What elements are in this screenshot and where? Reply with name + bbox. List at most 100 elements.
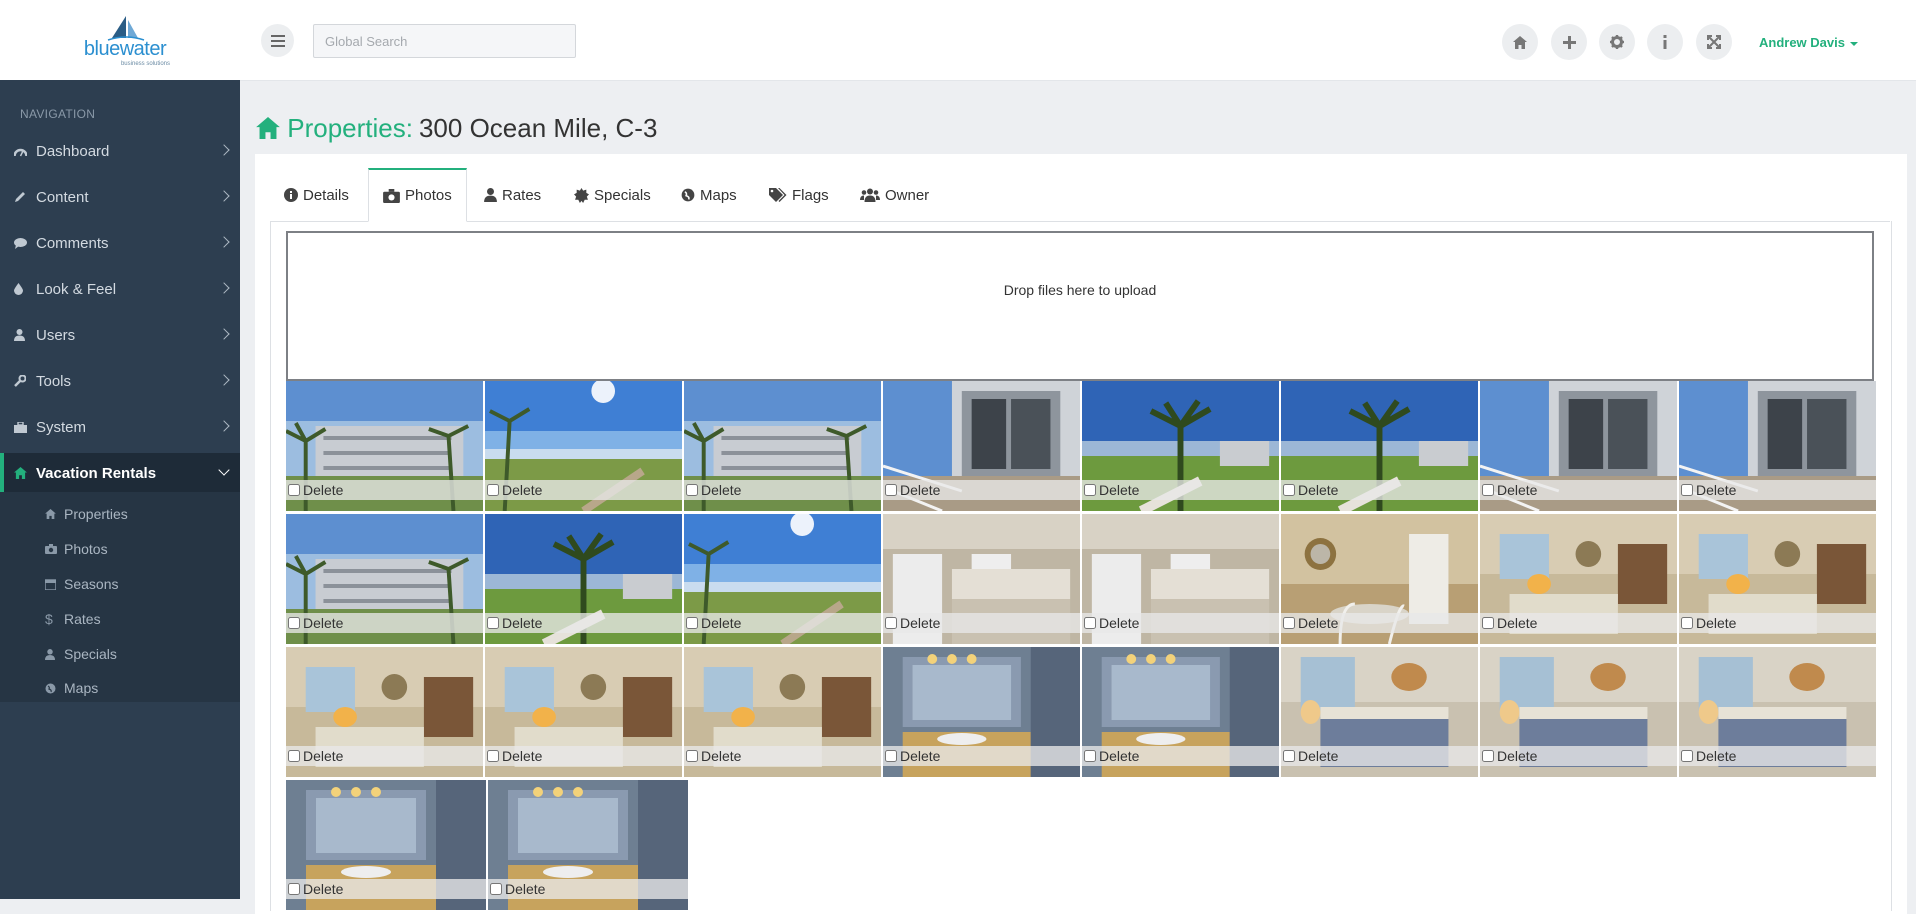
sidebar-item-system[interactable]: System xyxy=(0,407,240,447)
delete-checkbox[interactable] xyxy=(686,484,698,496)
photo-delete-option[interactable]: Delete xyxy=(485,480,682,500)
photo-delete-option[interactable]: Delete xyxy=(883,746,1080,766)
photo-delete-option[interactable]: Delete xyxy=(488,879,688,899)
tab-photos[interactable]: Photos xyxy=(368,168,467,222)
photo-delete-option[interactable]: Delete xyxy=(1082,746,1279,766)
brand-logo[interactable]: bluewater business solutions xyxy=(80,14,170,70)
photo-item[interactable]: Delete xyxy=(1082,514,1279,644)
photo-delete-option[interactable]: Delete xyxy=(485,613,682,633)
sidebar-subitem-maps[interactable]: Maps xyxy=(45,678,98,698)
photo-delete-option[interactable]: Delete xyxy=(684,746,881,766)
delete-checkbox[interactable] xyxy=(885,750,897,762)
delete-checkbox[interactable] xyxy=(1482,484,1494,496)
sidebar-subitem-rates[interactable]: $ Rates xyxy=(45,609,101,629)
delete-checkbox[interactable] xyxy=(1283,617,1295,629)
delete-checkbox[interactable] xyxy=(1283,750,1295,762)
delete-checkbox[interactable] xyxy=(288,883,300,895)
sidebar-item-vacation-rentals[interactable]: Vacation Rentals xyxy=(0,453,240,493)
home-button[interactable] xyxy=(1502,24,1538,60)
photo-item[interactable]: Delete xyxy=(286,514,483,644)
photo-item[interactable]: Delete xyxy=(883,381,1080,511)
tab-maps[interactable]: Maps xyxy=(667,168,751,222)
photo-item[interactable]: Delete xyxy=(1082,381,1279,511)
photo-delete-option[interactable]: Delete xyxy=(286,879,486,899)
photo-delete-option[interactable]: Delete xyxy=(485,746,682,766)
delete-checkbox[interactable] xyxy=(1283,484,1295,496)
settings-button[interactable] xyxy=(1599,24,1635,60)
tab-owner[interactable]: Owner xyxy=(846,168,943,222)
tab-details[interactable]: Details xyxy=(270,168,363,222)
photo-item[interactable]: Delete xyxy=(485,381,682,511)
delete-checkbox[interactable] xyxy=(288,617,300,629)
photo-delete-option[interactable]: Delete xyxy=(684,613,881,633)
photo-item[interactable]: Delete xyxy=(1679,514,1876,644)
photo-delete-option[interactable]: Delete xyxy=(286,613,483,633)
photo-delete-option[interactable]: Delete xyxy=(1281,746,1478,766)
photo-item[interactable]: Delete xyxy=(1082,647,1279,777)
delete-checkbox[interactable] xyxy=(1084,617,1096,629)
delete-checkbox[interactable] xyxy=(1681,750,1693,762)
delete-checkbox[interactable] xyxy=(885,484,897,496)
delete-checkbox[interactable] xyxy=(1681,617,1693,629)
user-menu[interactable]: Andrew Davis xyxy=(1759,35,1858,50)
add-button[interactable] xyxy=(1551,24,1587,60)
photo-delete-option[interactable]: Delete xyxy=(286,746,483,766)
photo-item[interactable]: Delete xyxy=(1480,381,1677,511)
photo-delete-option[interactable]: Delete xyxy=(1679,746,1876,766)
photo-item[interactable]: Delete xyxy=(1480,647,1677,777)
photo-delete-option[interactable]: Delete xyxy=(1679,613,1876,633)
photo-item[interactable]: Delete xyxy=(883,647,1080,777)
sidebar-subitem-photos[interactable]: Photos xyxy=(45,539,108,559)
tab-specials[interactable]: Specials xyxy=(560,168,665,222)
fullscreen-button[interactable] xyxy=(1696,24,1732,60)
tab-flags[interactable]: Flags xyxy=(755,168,843,222)
delete-checkbox[interactable] xyxy=(1681,484,1693,496)
delete-checkbox[interactable] xyxy=(1482,750,1494,762)
photo-delete-option[interactable]: Delete xyxy=(1679,480,1876,500)
photo-item[interactable]: Delete xyxy=(485,514,682,644)
global-search-input[interactable] xyxy=(313,24,576,58)
delete-checkbox[interactable] xyxy=(686,750,698,762)
photo-delete-option[interactable]: Delete xyxy=(1281,613,1478,633)
photo-item[interactable]: Delete xyxy=(883,514,1080,644)
photo-delete-option[interactable]: Delete xyxy=(1480,480,1677,500)
photo-delete-option[interactable]: Delete xyxy=(1480,746,1677,766)
menu-toggle-button[interactable] xyxy=(261,24,294,57)
delete-checkbox[interactable] xyxy=(885,617,897,629)
photo-delete-option[interactable]: Delete xyxy=(286,480,483,500)
delete-checkbox[interactable] xyxy=(1482,617,1494,629)
delete-checkbox[interactable] xyxy=(487,750,499,762)
photo-delete-option[interactable]: Delete xyxy=(883,613,1080,633)
delete-checkbox[interactable] xyxy=(490,883,502,895)
photo-item[interactable]: Delete xyxy=(488,780,688,910)
photo-item[interactable]: Delete xyxy=(1281,514,1478,644)
photo-item[interactable]: Delete xyxy=(684,381,881,511)
info-button[interactable] xyxy=(1647,24,1683,60)
sidebar-subitem-specials[interactable]: Specials xyxy=(45,644,117,664)
photo-item[interactable]: Delete xyxy=(1679,647,1876,777)
photo-item[interactable]: Delete xyxy=(684,514,881,644)
sidebar-item-look-feel[interactable]: Look & Feel xyxy=(0,269,240,309)
photo-delete-option[interactable]: Delete xyxy=(684,480,881,500)
photo-item[interactable]: Delete xyxy=(1281,381,1478,511)
photo-item[interactable]: Delete xyxy=(286,381,483,511)
delete-checkbox[interactable] xyxy=(487,484,499,496)
tab-rates[interactable]: Rates xyxy=(470,168,555,222)
sidebar-item-dashboard[interactable]: Dashboard xyxy=(0,131,240,171)
delete-checkbox[interactable] xyxy=(1084,484,1096,496)
photo-delete-option[interactable]: Delete xyxy=(883,480,1080,500)
sidebar-item-content[interactable]: Content xyxy=(0,177,240,217)
sidebar-item-users[interactable]: Users xyxy=(0,315,240,355)
delete-checkbox[interactable] xyxy=(288,750,300,762)
photo-delete-option[interactable]: Delete xyxy=(1082,613,1279,633)
sidebar-item-tools[interactable]: Tools xyxy=(0,361,240,401)
delete-checkbox[interactable] xyxy=(1084,750,1096,762)
photo-delete-option[interactable]: Delete xyxy=(1082,480,1279,500)
photo-item[interactable]: Delete xyxy=(684,647,881,777)
photo-item[interactable]: Delete xyxy=(1679,381,1876,511)
sidebar-subitem-properties[interactable]: Properties xyxy=(45,504,128,524)
upload-dropzone[interactable]: Drop files here to upload xyxy=(286,231,1874,381)
photo-item[interactable]: Delete xyxy=(485,647,682,777)
delete-checkbox[interactable] xyxy=(686,617,698,629)
sidebar-subitem-seasons[interactable]: Seasons xyxy=(45,574,118,594)
